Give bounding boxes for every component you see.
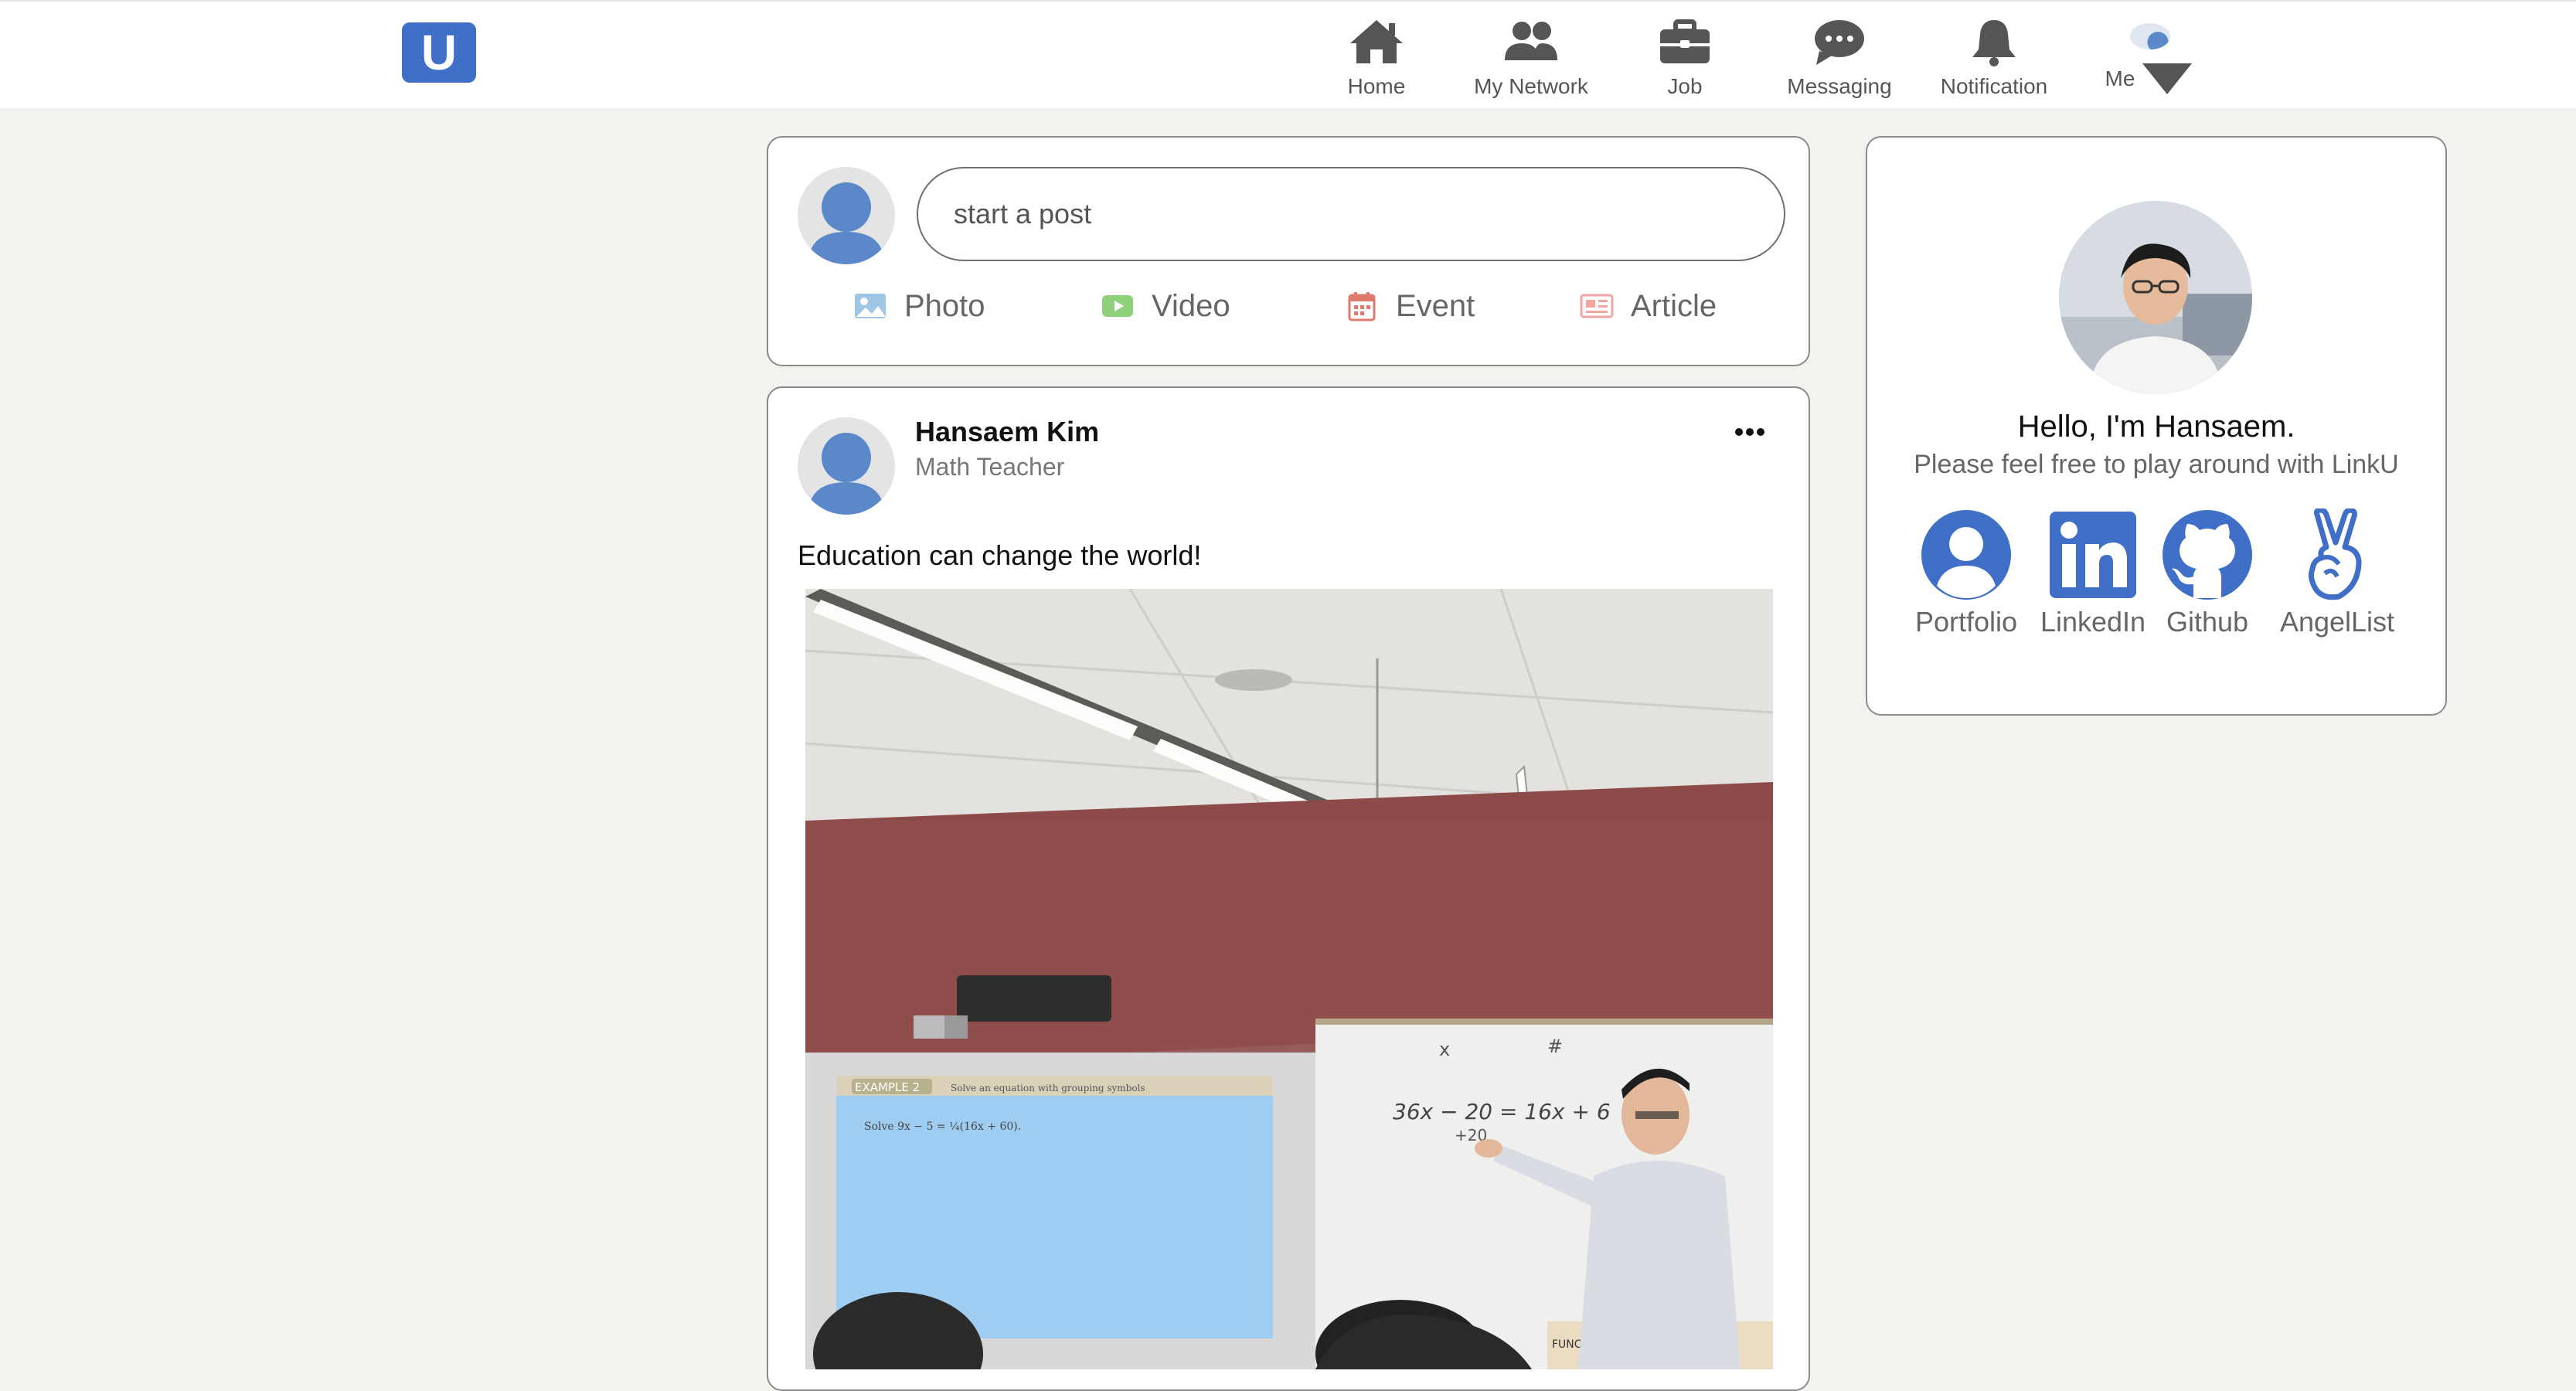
nav-me-label: Me: [2105, 66, 2135, 90]
user-circle-icon: [1921, 510, 2011, 600]
nav-home-label: Home: [1347, 74, 1406, 98]
event-action[interactable]: Event: [1345, 283, 1475, 329]
slide-title: Solve an equation with grouping symbols: [951, 1083, 1145, 1093]
post-author-role: Math Teacher: [915, 453, 1065, 481]
github-label: Github: [2166, 606, 2249, 638]
post-card: Hansaem Kim Math Teacher Education can c…: [767, 386, 1810, 1391]
board-equation: 36x − 20 = 16x + 6: [1393, 1099, 1611, 1124]
caret-down-icon: [2142, 63, 2193, 94]
app-logo[interactable]: U: [402, 22, 476, 83]
nav-job[interactable]: Job: [1659, 17, 1711, 104]
photo-icon: [855, 294, 886, 318]
profile-greeting: Hello, I'm Hansaem.: [2017, 410, 2295, 444]
video-action[interactable]: Video: [1101, 283, 1230, 329]
nav-my-network[interactable]: My Network: [1473, 17, 1589, 104]
nav-my-network-label: My Network: [1474, 74, 1588, 98]
github-link[interactable]: Github: [2153, 508, 2261, 638]
classroom-photo: EXAMPLE 2 Solve an equation with groupin…: [805, 589, 1773, 1369]
profile-card: Hello, I'm Hansaem. Please feel free to …: [1866, 136, 2447, 716]
bell-icon: [1972, 20, 2016, 66]
nav-messaging-label: Messaging: [1787, 74, 1892, 98]
angellist-label: AngelList: [2279, 606, 2395, 638]
post-text: Education can change the world!: [798, 539, 1202, 571]
post-author-avatar[interactable]: [798, 417, 895, 515]
nav-notification-label: Notification: [1940, 74, 2048, 98]
post-photo[interactable]: EXAMPLE 2 Solve an equation with groupin…: [805, 589, 1773, 1369]
nav-home[interactable]: Home: [1345, 17, 1408, 104]
top-navigation-bar: U Home My Network Job Messaging Notifica…: [0, 0, 2576, 108]
more-options-icon[interactable]: [1727, 420, 1773, 444]
chat-icon: [1815, 20, 1864, 65]
video-icon: [1102, 295, 1133, 317]
start-post-input[interactable]: [917, 167, 1785, 261]
nav-job-label: Job: [1667, 74, 1703, 98]
people-icon: [1505, 22, 1557, 60]
article-icon: [1580, 294, 1614, 318]
portfolio-label: Portfolio: [1914, 606, 2018, 638]
article-action-label: Article: [1631, 288, 1717, 323]
home-icon: [1350, 20, 1403, 63]
photo-action[interactable]: Photo: [853, 283, 985, 329]
board-x-label: x: [1439, 1039, 1450, 1060]
nav-me[interactable]: Me: [2105, 17, 2193, 104]
event-action-label: Event: [1396, 288, 1475, 323]
profile-subtitle: Please feel free to play around with Lin…: [1914, 450, 2399, 479]
slide-header: EXAMPLE 2: [855, 1080, 920, 1094]
briefcase-icon: [1660, 19, 1710, 63]
composer-avatar: [798, 167, 895, 264]
nav-messaging[interactable]: Messaging: [1785, 17, 1894, 104]
linkedin-icon: [2050, 512, 2136, 598]
article-action[interactable]: Article: [1580, 283, 1717, 329]
github-icon: [2163, 510, 2252, 600]
portfolio-link[interactable]: Portfolio: [1912, 508, 2020, 638]
post-composer-card: Photo Video Event Article: [767, 136, 1810, 366]
board-hash-label: #: [1547, 1036, 1563, 1057]
profile-photo: [2059, 201, 2252, 394]
calendar-icon: [1348, 292, 1376, 321]
angellist-link[interactable]: AngelList: [2275, 508, 2399, 638]
linkedin-label: LinkedIn: [2040, 606, 2146, 638]
slide-equation: Solve 9x − 5 = ¼(16x + 60).: [864, 1121, 1021, 1133]
photo-action-label: Photo: [904, 288, 985, 323]
nav-notification[interactable]: Notification: [1937, 17, 2051, 104]
angellist-icon: [2308, 508, 2362, 600]
linkedin-link[interactable]: LinkedIn: [2039, 508, 2147, 638]
video-action-label: Video: [1152, 288, 1230, 323]
post-author-name[interactable]: Hansaem Kim: [915, 416, 1099, 448]
me-avatar: [2130, 23, 2170, 49]
